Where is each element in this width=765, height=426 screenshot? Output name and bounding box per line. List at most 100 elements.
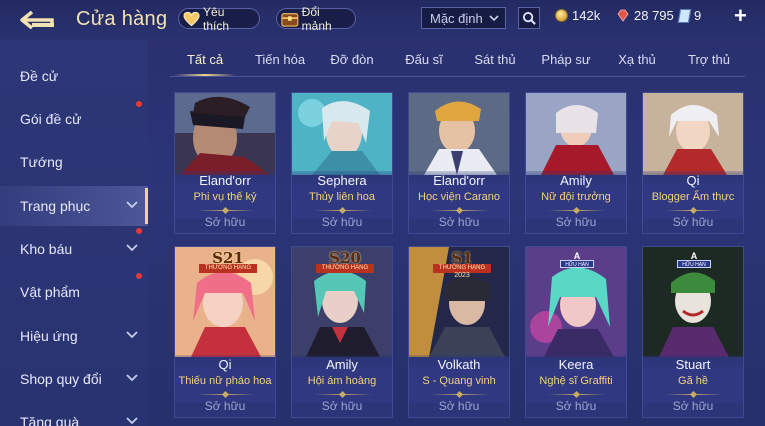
- chevron-down-icon: [126, 374, 138, 382]
- season-year: 2023: [454, 272, 470, 279]
- hero-name: Qi: [686, 173, 700, 188]
- back-arrow-icon: [20, 10, 54, 30]
- tabs-divider: [170, 76, 745, 77]
- sort-dropdown[interactable]: Mặc định: [421, 7, 506, 29]
- heart-icon: [183, 11, 200, 26]
- owned-status: Sở hữu: [321, 399, 363, 413]
- voucher-icon: [677, 8, 692, 23]
- back-button[interactable]: [18, 8, 58, 32]
- skin-name: Blogger Ẩm thực: [651, 191, 735, 203]
- skin-name: Nữ đội trưởng: [541, 191, 611, 203]
- sidebar-item-label: Tướng: [20, 154, 63, 170]
- ruby-amount: 28 795: [634, 8, 674, 23]
- season-rank: THƯỜNG HẠNG: [316, 264, 374, 273]
- tab-fighter[interactable]: Đấu sĩ: [393, 52, 455, 67]
- skin-artwork: [175, 93, 275, 175]
- owned-status: Sở hữu: [438, 399, 480, 413]
- chevron-down-icon: [126, 201, 138, 209]
- tab-assassin[interactable]: Sát thủ: [464, 52, 526, 67]
- ruby-currency: 28 795: [616, 8, 674, 23]
- add-currency-button[interactable]: +: [734, 5, 752, 27]
- skin-card[interactable]: Sephera Thủy liên hoa Sở hữu: [291, 92, 393, 234]
- sidebar-item-heroes[interactable]: Tướng: [0, 142, 148, 182]
- skin-artwork: [409, 93, 509, 175]
- owned-status: Sở hữu: [204, 215, 246, 229]
- ruby-icon: [617, 9, 629, 22]
- skin-name: Thiếu nữ pháo hoa: [178, 375, 272, 387]
- sidebar-item-label: Đề cử: [20, 68, 59, 84]
- limited-text: HỮU HẠN: [677, 260, 711, 268]
- hero-name: Stuart: [675, 357, 711, 372]
- sidebar-item-label: Kho báu: [20, 241, 73, 257]
- notification-dot: [136, 273, 142, 279]
- sidebar-item-treasure[interactable]: Kho báu: [0, 228, 148, 269]
- sidebar-item-label: Shop quy đổi: [20, 371, 102, 387]
- skin-name: Phi vụ thế kỷ: [193, 191, 257, 203]
- skin-card[interactable]: Eland'orr Phi vụ thế kỷ Sở hữu: [174, 92, 276, 234]
- fragments-label: Đổi mảnh: [301, 4, 332, 33]
- sidebar-item-items[interactable]: Vật phẩm: [0, 272, 148, 312]
- sort-value: Mặc định: [430, 10, 483, 26]
- tab-tank[interactable]: Đỡ đòn: [321, 52, 383, 67]
- owned-status: Sở hữu: [672, 215, 714, 229]
- favorites-button[interactable]: Yêu thích: [178, 5, 260, 33]
- skin-name: Nghệ sĩ Graffiti: [539, 375, 613, 387]
- skin-card[interactable]: A HỮU HẠN Keera Nghệ sĩ Graffiti Sở hữu: [525, 246, 627, 418]
- sidebar-item-label: Vật phẩm: [20, 284, 80, 300]
- season-badge: S1 THƯỜNG HẠNG 2023: [433, 249, 491, 279]
- sidebar-item-recommended[interactable]: Đề cử: [0, 56, 148, 96]
- limited-badge: A HỮU HẠN: [677, 251, 711, 269]
- voucher-amount: 9: [694, 8, 702, 23]
- tab-support[interactable]: Trợ thủ: [678, 52, 740, 67]
- skin-card[interactable]: S21 THƯỜNG HẠNG Qi Thiếu nữ pháo hoa Sở …: [174, 246, 276, 418]
- favorites-label: Yêu thích: [203, 4, 230, 33]
- tab-marksman[interactable]: Xạ thủ: [606, 52, 668, 67]
- sidebar-item-effects[interactable]: Hiệu ứng: [0, 316, 148, 356]
- sidebar-item-skins[interactable]: Trang phục: [0, 186, 148, 226]
- sidebar-item-exchange-shop[interactable]: Shop quy đổi: [0, 359, 148, 399]
- skin-artwork: [292, 93, 392, 175]
- skin-card[interactable]: S20 THƯỜNG HẠNG Amily Hội ám hoàng Sở hữ…: [291, 246, 393, 418]
- owned-status: Sở hữu: [672, 399, 714, 413]
- sidebar-item-label: Hiệu ứng: [20, 328, 78, 344]
- sidebar-item-gifts[interactable]: Tặng quà: [0, 402, 148, 426]
- hero-name: Amily: [560, 173, 592, 188]
- owned-status: Sở hữu: [555, 215, 597, 229]
- skin-card[interactable]: Eland'orr Học viện Carano Sở hữu: [408, 92, 510, 234]
- tab-mage[interactable]: Pháp sư: [535, 52, 597, 67]
- gold-amount: 142k: [572, 8, 601, 23]
- sidebar-item-label: Tặng quà: [20, 414, 80, 426]
- tab-evolution[interactable]: Tiến hóa: [249, 52, 311, 67]
- hero-name: Qi: [218, 357, 232, 372]
- gold-currency: 142k: [555, 8, 600, 23]
- skin-card[interactable]: S1 THƯỜNG HẠNG 2023 Volkath S - Quang vi…: [408, 246, 510, 418]
- chevron-down-icon: [126, 331, 138, 339]
- hero-name: Eland'orr: [433, 173, 485, 188]
- sidebar: Đề cử Gói đề cử Tướng Trang phục Kho báu…: [0, 40, 148, 426]
- page-title: Cửa hàng: [76, 8, 168, 30]
- tab-all[interactable]: Tất cả: [174, 52, 236, 67]
- skin-name: Gã hề: [678, 375, 708, 387]
- limited-text: HỮU HẠN: [560, 260, 594, 268]
- season-rank: THƯỜNG HẠNG: [199, 264, 257, 273]
- sidebar-item-label: Gói đề cử: [20, 111, 82, 127]
- skin-name: Thủy liên hoa: [308, 191, 376, 203]
- chest-icon: [281, 12, 299, 27]
- skin-card[interactable]: A HỮU HẠN Stuart Gã hề Sở hữu: [642, 246, 744, 418]
- sidebar-item-recommended-packs[interactable]: Gói đề cử: [0, 99, 148, 139]
- top-bar: Cửa hàng Yêu thích Đổi mảnh Mặc định 142…: [0, 0, 765, 40]
- limited-badge: A HỮU HẠN: [560, 251, 594, 269]
- skin-artwork: [526, 93, 626, 175]
- hero-name: Keera: [558, 357, 594, 372]
- owned-status: Sở hữu: [204, 399, 246, 413]
- hero-name: Eland'orr: [199, 173, 251, 188]
- chevron-down-icon: [126, 244, 138, 252]
- skin-card[interactable]: Amily Nữ đội trưởng Sở hữu: [525, 92, 627, 234]
- fragment-exchange-button[interactable]: Đổi mảnh: [276, 5, 356, 33]
- gold-coin-icon: [555, 9, 568, 22]
- search-icon: [522, 11, 536, 25]
- search-button[interactable]: [518, 7, 540, 29]
- skin-card[interactable]: Qi Blogger Ẩm thực Sở hữu: [642, 92, 744, 234]
- skin-name: Hội ám hoàng: [307, 375, 377, 387]
- sidebar-item-label: Trang phục: [20, 198, 91, 214]
